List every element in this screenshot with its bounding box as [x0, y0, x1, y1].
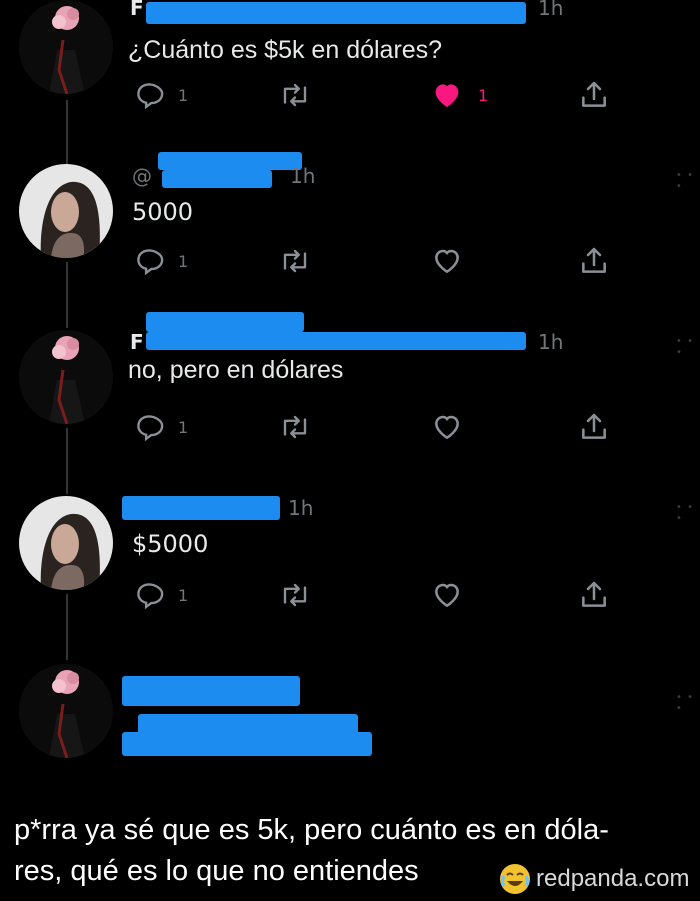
reply-count: 1: [178, 85, 189, 105]
share-icon: [582, 247, 606, 273]
share-button[interactable]: [578, 78, 610, 112]
retweet-button[interactable]: [278, 244, 312, 278]
redacted-name: [146, 2, 526, 24]
avatar[interactable]: [19, 664, 113, 758]
share-icon: [582, 581, 606, 607]
tweet[interactable]: F 1h ¿Cuánto es $5k en dólares? 1 1: [0, 0, 700, 130]
reply-icon: [137, 249, 164, 276]
retweet-icon: [283, 415, 307, 439]
like-button[interactable]: [430, 410, 464, 444]
like-button[interactable]: [430, 244, 464, 278]
reply-icon: [137, 415, 164, 442]
avatar[interactable]: [19, 0, 113, 94]
tweet[interactable]: 1h • • • $5000 1: [0, 496, 700, 616]
tweet-text: no, pero en dólares: [128, 356, 344, 384]
reply-count: 1: [178, 251, 189, 271]
reply-icon: [137, 583, 164, 610]
redacted-handle: [162, 170, 272, 188]
retweet-icon: [283, 249, 307, 273]
tweet[interactable]: F 1h • • • no, pero en dólares 1: [0, 312, 700, 450]
crying-laughing-emoji-icon: [500, 864, 530, 894]
share-button[interactable]: [578, 578, 610, 612]
like-button[interactable]: [430, 578, 464, 612]
share-icon: [582, 413, 606, 439]
timestamp: 1h: [288, 496, 314, 520]
more-dots-icon[interactable]: • • •: [676, 502, 700, 524]
retweet-button[interactable]: [278, 578, 312, 612]
retweet-icon: [283, 583, 307, 607]
redacted-name: [122, 496, 280, 520]
caption-line: p*rra ya sé que es 5k, pero cuánto es en…: [14, 814, 609, 846]
reply-button[interactable]: 1: [134, 244, 188, 278]
heart-icon: [435, 583, 459, 608]
timestamp: 1h: [538, 330, 564, 354]
reply-count: 1: [178, 417, 189, 437]
author-name[interactable]: F: [130, 330, 144, 354]
tweet-text: ¿Cuánto es $5k en dólares?: [128, 36, 443, 64]
redacted-name: [146, 312, 304, 332]
share-icon: [582, 81, 606, 107]
reply-button[interactable]: 1: [134, 78, 188, 112]
tweet-actions: 1: [130, 578, 620, 612]
retweet-button[interactable]: [278, 410, 312, 444]
more-dots-icon[interactable]: • • •: [676, 336, 700, 358]
tweet-actions: 1: [130, 410, 620, 444]
avatar[interactable]: [19, 330, 113, 424]
more-dots-icon[interactable]: • • •: [676, 170, 700, 192]
author-handle[interactable]: @: [132, 164, 152, 188]
tweet[interactable]: @ 1h • • • 5000 1: [0, 152, 700, 284]
tweet-text: $5000: [132, 530, 209, 558]
avatar[interactable]: [19, 496, 113, 590]
redacted-name: [146, 332, 526, 350]
heart-icon: [435, 415, 459, 440]
tweet-actions: 1 1: [130, 78, 620, 112]
share-button[interactable]: [578, 410, 610, 444]
retweet-icon: [283, 83, 307, 107]
heart-icon: [435, 249, 459, 274]
reply-button[interactable]: 1: [134, 578, 188, 612]
redacted-text: [122, 732, 372, 756]
redacted-name: [122, 676, 300, 706]
avatar[interactable]: [19, 164, 113, 258]
redacted-handle: [158, 152, 302, 170]
watermark-text: redpanda.com: [536, 865, 690, 892]
reply-count: 1: [178, 585, 189, 605]
timestamp: 1h: [290, 164, 316, 188]
tweet-actions: 1: [130, 244, 620, 278]
heart-icon: [435, 84, 459, 107]
author-name[interactable]: F: [130, 0, 144, 20]
more-dots-icon[interactable]: • • •: [676, 692, 700, 714]
redacted-text: [138, 714, 358, 734]
retweet-button[interactable]: [278, 78, 312, 112]
like-button[interactable]: 1: [430, 78, 488, 112]
timestamp: 1h: [538, 0, 564, 20]
watermark: redpanda.com: [498, 861, 689, 897]
reply-button[interactable]: 1: [134, 410, 188, 444]
tweet-text: 5000: [132, 198, 194, 226]
caption-text: res, qué es lo que no entiendes: [14, 855, 419, 887]
like-count: 1: [478, 85, 489, 105]
reply-icon: [137, 83, 164, 110]
share-button[interactable]: [578, 244, 610, 278]
tweet[interactable]: • • •: [0, 664, 700, 764]
